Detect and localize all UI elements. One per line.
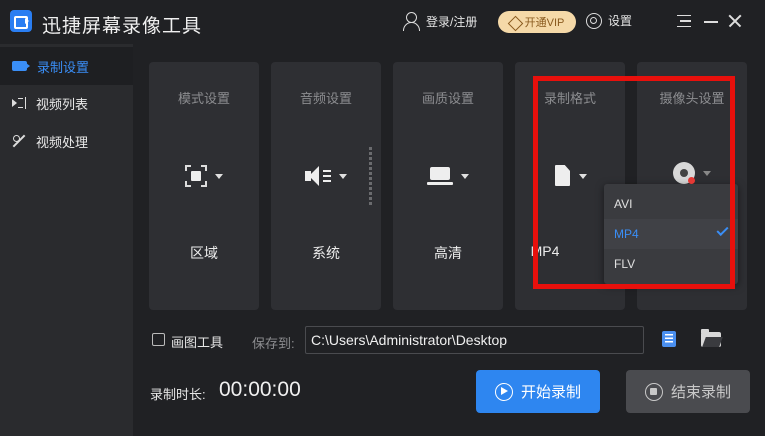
card-title: 画质设置: [421, 91, 474, 106]
settings-label: 设置: [608, 14, 633, 28]
stop-recording-button[interactable]: 结束录制: [626, 370, 750, 413]
stop-icon: [644, 382, 663, 401]
card-title: 音频设置: [299, 91, 352, 106]
open-folder-icon[interactable]: [701, 329, 721, 347]
sidebar-item-video-list[interactable]: 视频列表: [0, 84, 133, 122]
volume-meter: [369, 147, 372, 205]
card-value: MP4: [530, 243, 560, 259]
login-button[interactable]: 登录/注册: [402, 10, 477, 32]
start-recording-label: 开始录制: [520, 384, 581, 401]
check-icon: [716, 223, 729, 237]
login-label: 登录/注册: [426, 14, 478, 29]
speaker-icon: [305, 166, 331, 186]
audio-select-dropdown[interactable]: [271, 162, 381, 190]
format-option-avi[interactable]: AVI: [604, 189, 738, 219]
sidebar-item-label: 视频列表: [36, 96, 89, 112]
save-path-input[interactable]: [305, 326, 644, 354]
card-value: 系统: [312, 245, 340, 261]
play-icon: [494, 382, 513, 401]
card-title: 录制格式: [543, 91, 596, 106]
mode-select-dropdown[interactable]: [149, 162, 259, 190]
quality-settings-card: 画质设置 高清: [393, 62, 503, 310]
tools-icon: [12, 134, 26, 148]
duration-label: 录制时长:: [150, 387, 206, 402]
duration-value: 00:00:00: [219, 378, 301, 401]
card-value: 区域: [190, 245, 218, 261]
vip-button[interactable]: 开通VIP: [498, 11, 576, 33]
camera-icon: [12, 61, 30, 71]
caret-down-icon: [215, 173, 223, 179]
diamond-icon: [510, 17, 522, 27]
sidebar: 录制设置 视频列表 视频处理: [0, 44, 133, 436]
region-select-icon: [185, 165, 207, 187]
stop-recording-label: 结束录制: [670, 384, 731, 401]
draw-tool-checkbox[interactable]: [152, 333, 165, 346]
close-icon[interactable]: [728, 14, 742, 28]
save-to-label: 保存到:: [252, 336, 295, 351]
user-icon: [402, 11, 420, 31]
sidebar-item-video-processing[interactable]: 视频处理: [0, 122, 133, 160]
title-bar: 迅捷屏幕录像工具 登录/注册 开通VIP 设置: [0, 0, 765, 44]
caret-down-icon: [339, 173, 347, 179]
sidebar-item-label: 视频处理: [36, 134, 89, 150]
card-value: 高清: [434, 245, 462, 261]
format-option-mp4[interactable]: MP4: [604, 219, 738, 249]
format-option-label: MP4: [614, 227, 639, 241]
quality-select-dropdown[interactable]: [393, 162, 503, 190]
settings-button[interactable]: 设置: [586, 12, 632, 29]
draw-tool-label: 画图工具: [171, 335, 224, 350]
webcam-icon: [673, 162, 695, 184]
app-title: 迅捷屏幕录像工具: [42, 16, 203, 37]
minimize-icon[interactable]: [704, 21, 718, 23]
sidebar-item-record-settings[interactable]: 录制设置: [0, 47, 133, 85]
audio-settings-card: 音频设置 系统: [271, 62, 381, 310]
menu-icon[interactable]: [677, 15, 691, 27]
video-list-icon: [12, 97, 26, 109]
format-dropdown-menu: AVI MP4 FLV: [604, 184, 738, 284]
gear-icon: [586, 12, 602, 29]
caret-down-icon: [579, 173, 587, 179]
laptop-icon: [427, 166, 453, 186]
app-logo-icon: [10, 10, 32, 32]
caret-down-icon: [461, 173, 469, 179]
file-list-icon[interactable]: [662, 331, 676, 347]
caret-down-icon: [703, 170, 711, 176]
format-option-flv[interactable]: FLV: [604, 249, 738, 279]
start-recording-button[interactable]: 开始录制: [476, 370, 600, 413]
card-title: 模式设置: [177, 91, 230, 106]
webcam-select-dropdown[interactable]: [637, 159, 747, 187]
card-title: 摄像头设置: [659, 91, 725, 106]
mode-settings-card: 模式设置 区域: [149, 62, 259, 310]
vip-label: 开通VIP: [524, 17, 565, 29]
file-icon: [553, 165, 571, 187]
sidebar-item-label: 录制设置: [37, 59, 90, 75]
